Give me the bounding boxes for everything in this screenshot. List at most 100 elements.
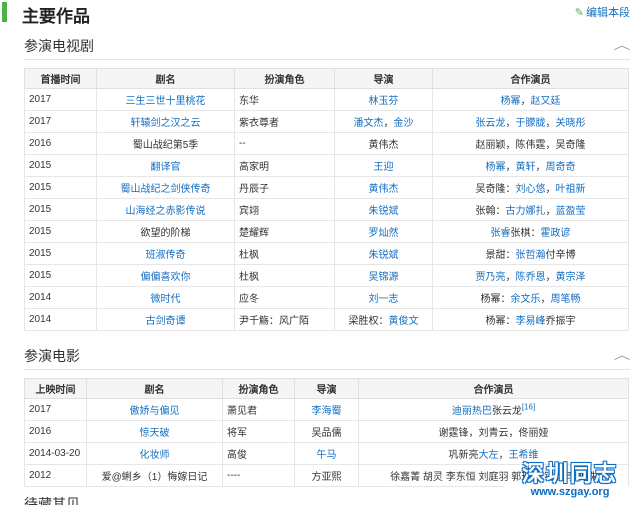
- costar-link[interactable]: 张云龙: [476, 118, 506, 129]
- title-link[interactable]: 山海经之赤影传说: [126, 206, 206, 217]
- costar-link[interactable]: 赵又廷: [531, 96, 561, 107]
- director-link[interactable]: 罗灿然: [369, 228, 399, 239]
- title-link[interactable]: 轩辕剑之汉之云: [131, 118, 201, 129]
- table-row: 2015 偏偏喜欢你 杜枫 吴锦源 贾乃亮，陈乔恩，黄宗泽: [24, 264, 629, 287]
- cell-costars: 张云龙，于朦胧，关晓彤: [432, 110, 629, 133]
- table-row: 2017 三生三世十里桃花 东华 林玉芬 杨幂，赵又廷: [24, 88, 629, 111]
- tv-collapse-chevron-up-icon[interactable]: ︿: [614, 36, 631, 53]
- costar-text: 景甜：: [485, 250, 516, 261]
- cell-year: 2016: [24, 132, 97, 155]
- costar-link[interactable]: 杨幂: [501, 96, 521, 107]
- title-link[interactable]: 翻译官: [151, 162, 181, 173]
- director-link[interactable]: 潘文杰: [354, 118, 384, 129]
- cell-director: 王迎: [334, 154, 433, 177]
- director-link[interactable]: 吴锦源: [369, 272, 399, 283]
- costar-link[interactable]: 大左: [479, 450, 499, 461]
- section-title: 主要作品: [22, 7, 90, 26]
- director-link[interactable]: 午马: [317, 450, 337, 461]
- costar-link[interactable]: 陈乔恩: [516, 272, 546, 283]
- cell-role: 尹千觞：风广陌: [234, 308, 335, 331]
- costar-link[interactable]: 周笔畅: [551, 294, 581, 305]
- costar-link[interactable]: 李易峰: [516, 316, 546, 327]
- costar-link[interactable]: 周奇奇: [546, 162, 576, 173]
- cell-year: 2015: [24, 198, 97, 221]
- cell-year: 2015: [24, 264, 97, 287]
- film-table-header: 上映时间 剧名 扮演角色 导演 合作演员: [24, 378, 629, 399]
- costar-link[interactable]: 古力娜扎: [506, 206, 546, 217]
- cell-year: 2015: [24, 242, 97, 265]
- cell-director: 潘文杰，金沙: [334, 110, 433, 133]
- title-link[interactable]: 惊天破: [140, 428, 170, 439]
- costar-link[interactable]: 迪丽热巴: [452, 406, 492, 417]
- cell-costars: 迪丽热巴张云龙[16]: [358, 398, 629, 421]
- costar-link[interactable]: 张睿: [491, 228, 511, 239]
- costar-text: 赵丽颖，陈伟霆，吴奇隆: [475, 140, 586, 151]
- director-link[interactable]: 朱锐斌: [369, 250, 399, 261]
- costar-text: 付辛博: [545, 250, 576, 261]
- costar-link[interactable]: 刘心悠: [516, 184, 546, 195]
- column-header: 合作演员: [358, 378, 629, 399]
- column-header: 上映时间: [24, 378, 87, 399]
- tv-divider: [24, 59, 630, 60]
- director-link[interactable]: 王迎: [374, 162, 394, 173]
- costar-link[interactable]: 蓝盈莹: [556, 206, 586, 217]
- costar-link[interactable]: 霍政谚: [541, 228, 571, 239]
- film-collapse-chevron-up-icon[interactable]: ︿: [614, 346, 631, 363]
- cell-year: 2014-03-20: [24, 442, 87, 465]
- cell-director: 黄伟杰: [334, 132, 433, 155]
- table-row: 2015 蜀山战纪之剑侠传奇 丹辰子 黄伟杰 吴奇隆：刘心悠，叶祖新: [24, 176, 629, 199]
- costar-link[interactable]: 余文乐: [511, 294, 541, 305]
- cell-role: ----: [222, 464, 295, 487]
- title-link[interactable]: 蜀山战纪之剑侠传奇: [121, 184, 211, 195]
- title-link[interactable]: 微时代: [151, 294, 181, 305]
- director-link[interactable]: 李海蜀: [312, 406, 342, 417]
- citation-link[interactable]: [16]: [522, 403, 535, 412]
- table-row: 2014 微时代 应冬 刘一志 杨幂：余文乐，周笔畅: [24, 286, 629, 309]
- separator: ，: [505, 162, 516, 173]
- costar-link[interactable]: 杨幂: [486, 162, 506, 173]
- separator: ，: [545, 118, 556, 129]
- cell-title: 傲娇与偏见: [86, 398, 223, 421]
- title-link[interactable]: 班淑传奇: [146, 250, 186, 261]
- costar-link[interactable]: 黄轩: [516, 162, 536, 173]
- cell-role: 杜枫: [234, 242, 335, 265]
- costar-link[interactable]: 叶祖新: [556, 184, 586, 195]
- title-text: 爱@蜊乡（1）悔嫁日记: [101, 472, 208, 483]
- cell-role: 宾翊: [234, 198, 335, 221]
- costar-link[interactable]: 关晓彤: [556, 118, 586, 129]
- column-header: 导演: [294, 378, 359, 399]
- cell-year: 2015: [24, 154, 97, 177]
- costar-link[interactable]: 于朦胧: [516, 118, 546, 129]
- director-link[interactable]: 金沙: [394, 118, 414, 129]
- section-header: 主要作品 ✎ 编辑本段: [0, 0, 640, 26]
- cell-director: 朱锐斌: [334, 242, 433, 265]
- cell-costars: 杨幂：李易峰乔振宇: [432, 308, 629, 331]
- column-header: 首播时间: [24, 68, 97, 89]
- director-link[interactable]: 黄伟杰: [369, 184, 399, 195]
- costar-text: 吴奇隆：: [475, 184, 516, 195]
- title-link[interactable]: 古剑奇谭: [146, 316, 186, 327]
- edit-section-link[interactable]: ✎ 编辑本段: [575, 4, 630, 20]
- column-header: 导演: [334, 68, 433, 89]
- separator: ，: [545, 184, 556, 195]
- cell-title: 欲望的阶梯: [96, 220, 235, 243]
- title-link[interactable]: 傲娇与偏见: [130, 406, 180, 417]
- cell-title: 微时代: [96, 286, 235, 309]
- costar-link[interactable]: 黄宗泽: [556, 272, 586, 283]
- cell-year: 2017: [24, 110, 97, 133]
- cell-year: 2017: [24, 88, 97, 111]
- title-link[interactable]: 三生三世十里桃花: [126, 96, 206, 107]
- costar-link[interactable]: 贾乃亮: [476, 272, 506, 283]
- director-link[interactable]: 朱锐斌: [369, 206, 399, 217]
- table-row: 2017 傲娇与偏见 萧见君 李海蜀 迪丽热巴张云龙[16]: [24, 398, 629, 421]
- costar-link[interactable]: 张哲瀚: [516, 250, 546, 261]
- title-link[interactable]: 偏偏喜欢你: [141, 272, 191, 283]
- title-link[interactable]: 化妆师: [140, 450, 170, 461]
- film-divider: [24, 369, 630, 370]
- column-header: 扮演角色: [234, 68, 335, 89]
- column-header: 剧名: [86, 378, 223, 399]
- cell-role: --: [234, 132, 335, 155]
- director-link[interactable]: 黄俊文: [389, 316, 419, 327]
- director-link[interactable]: 林玉芬: [369, 96, 399, 107]
- director-link[interactable]: 刘一志: [369, 294, 399, 305]
